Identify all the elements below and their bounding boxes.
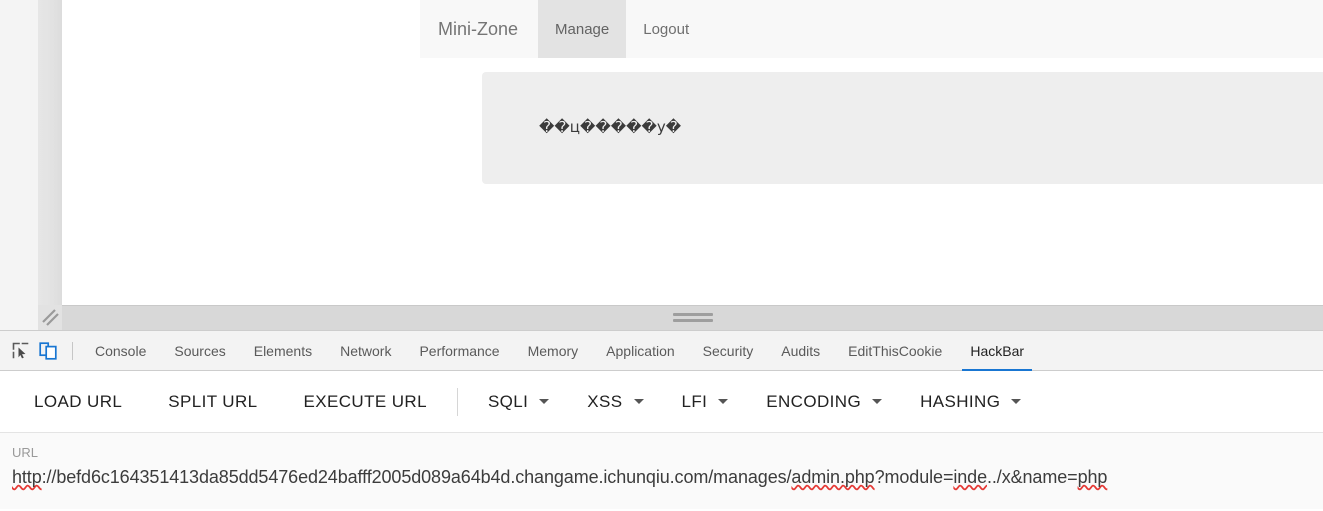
- resize-grip-icon: [42, 309, 59, 326]
- tab-label: Sources: [174, 342, 226, 359]
- viewport-bottom-bar: [62, 305, 1323, 330]
- url-segment: ../x&name=: [987, 467, 1078, 487]
- tab-label: Elements: [253, 342, 313, 359]
- menu-label: HASHING: [920, 391, 1001, 411]
- viewport-corner-resize-handle[interactable]: [38, 305, 62, 330]
- nav-item-mini-zone[interactable]: Mini-Zone: [420, 0, 538, 58]
- inspect-element-glyph: [12, 342, 28, 359]
- chevron-down-icon: [1011, 399, 1022, 404]
- nav-item-label: Logout: [643, 20, 690, 38]
- url-segment-flagged: admin.php: [791, 467, 875, 487]
- tab-audits[interactable]: Audits: [767, 331, 834, 371]
- chevron-down-icon: [633, 399, 644, 404]
- tab-label: Security: [702, 342, 754, 359]
- button-label: EXECUTE URL: [303, 391, 427, 411]
- menu-label: SQLI: [487, 391, 529, 411]
- resize-grip-line: [672, 313, 713, 316]
- tab-memory[interactable]: Memory: [514, 331, 593, 371]
- url-segment-flagged: http: [12, 467, 42, 487]
- device-toolbar-glyph: [39, 341, 57, 360]
- url-segment: ?module=: [874, 467, 954, 487]
- sqli-menu[interactable]: SQLI: [484, 386, 553, 418]
- tab-network[interactable]: Network: [326, 331, 405, 371]
- tab-label: Memory: [527, 342, 579, 359]
- page-content-panel: ��ц�����у�: [482, 72, 1323, 184]
- site-navbar: Mini-Zone Manage Logout: [420, 0, 1323, 58]
- hashing-menu[interactable]: HASHING: [916, 386, 1025, 418]
- tab-label: Console: [95, 342, 147, 359]
- chevron-down-icon: [539, 399, 550, 404]
- button-label: SPLIT URL: [168, 391, 258, 411]
- inspect-element-icon[interactable]: [6, 337, 34, 365]
- tab-sources[interactable]: Sources: [160, 331, 239, 371]
- nav-item-logout[interactable]: Logout: [626, 0, 706, 58]
- menu-label: ENCODING: [766, 391, 862, 411]
- url-segment: ://befd6c164351413da85dd5476ed24bafff200…: [41, 467, 792, 487]
- tab-hackbar[interactable]: HackBar: [956, 331, 1038, 371]
- devtools-panel: Console Sources Elements Network Perform…: [0, 330, 1323, 511]
- split-url-button[interactable]: SPLIT URL: [164, 386, 261, 418]
- tab-application[interactable]: Application: [592, 331, 689, 371]
- url-input[interactable]: http://befd6c164351413da85dd5476ed24baff…: [12, 464, 1323, 490]
- chevron-down-icon: [718, 399, 729, 404]
- hackbar-toolbar: LOAD URL SPLIT URL EXECUTE URL SQLI XSS …: [0, 371, 1323, 433]
- tab-performance[interactable]: Performance: [405, 331, 513, 371]
- encoding-menu[interactable]: ENCODING: [762, 386, 886, 418]
- tab-label: EditThisCookie: [848, 342, 943, 359]
- devtools-toolbar-divider: [72, 341, 73, 360]
- nav-item-label: Manage: [555, 20, 610, 38]
- device-emulation-gutter: [0, 0, 38, 330]
- url-field-area: URL http://befd6c164351413da85dd5476ed24…: [0, 433, 1323, 509]
- tab-label: HackBar: [970, 342, 1025, 359]
- resize-grip-line: [672, 319, 713, 322]
- xss-menu[interactable]: XSS: [583, 386, 647, 418]
- garbled-output-text: ��ц�����у�: [539, 118, 682, 136]
- tab-label: Network: [340, 342, 392, 359]
- button-label: LOAD URL: [34, 391, 123, 411]
- tab-security[interactable]: Security: [689, 331, 768, 371]
- menu-label: XSS: [587, 391, 623, 411]
- tab-label: Audits: [781, 342, 821, 359]
- tab-console[interactable]: Console: [81, 331, 160, 371]
- lfi-menu[interactable]: LFI: [678, 386, 733, 418]
- url-segment-flagged: php: [1077, 467, 1108, 487]
- chevron-down-icon: [872, 399, 883, 404]
- execute-url-button[interactable]: EXECUTE URL: [300, 386, 431, 418]
- toolbar-divider: [456, 387, 458, 416]
- devtools-tabbar: Console Sources Elements Network Perform…: [0, 331, 1323, 371]
- device-toolbar-icon[interactable]: [34, 337, 62, 365]
- tab-editthiscookie[interactable]: EditThisCookie: [834, 331, 956, 371]
- url-field-label: URL: [12, 445, 39, 460]
- device-emulation-ruler-band: [38, 0, 62, 330]
- load-url-button[interactable]: LOAD URL: [30, 386, 126, 418]
- viewport-vertical-resize-handle[interactable]: [672, 313, 713, 323]
- nav-item-label: Mini-Zone: [438, 18, 519, 39]
- device-emulation-area: Mini-Zone Manage Logout ��ц�����у�: [0, 0, 1323, 330]
- tab-label: Application: [606, 342, 675, 359]
- tab-label: Performance: [419, 342, 500, 359]
- url-segment-flagged: inde: [953, 467, 987, 487]
- tab-elements[interactable]: Elements: [240, 331, 326, 371]
- emulated-page-viewport: Mini-Zone Manage Logout ��ц�����у�: [62, 0, 1323, 305]
- nav-item-manage[interactable]: Manage: [538, 0, 627, 58]
- menu-label: LFI: [681, 391, 708, 411]
